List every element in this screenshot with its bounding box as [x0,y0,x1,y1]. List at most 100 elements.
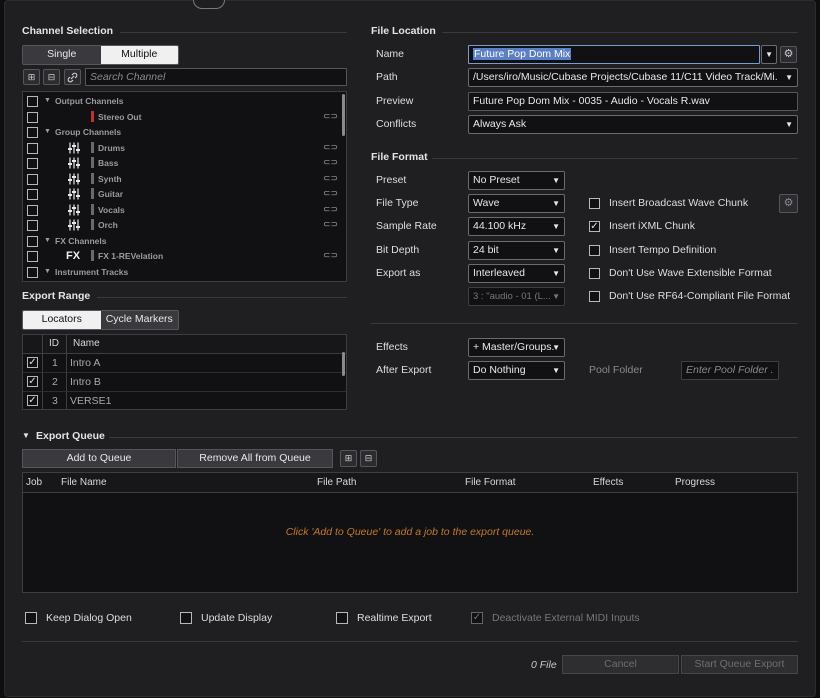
collapse-all-icon[interactable]: ⊟ [43,69,60,85]
channel-checkbox[interactable] [27,111,38,123]
channel-link-icon[interactable]: ⊂⊃ [323,219,338,230]
range-row-checkbox[interactable]: ✓ [27,376,38,387]
remove-all-from-queue-button[interactable]: Remove All from Queue [177,449,333,468]
channel-color-bar [91,110,94,122]
export-queue-collapse-icon[interactable]: ▼ [22,431,30,440]
channel-link-icon[interactable]: ⊂⊃ [323,188,338,199]
expand-triangle-icon[interactable]: ▼ [44,237,51,244]
channel-link-icon[interactable]: ⊂⊃ [323,250,338,261]
effects-select[interactable]: + Master/Groups. ▼ [468,338,565,357]
queue-collapse-icon[interactable]: ⊟ [360,450,377,467]
channel-checkbox[interactable] [27,96,38,107]
export-as-select[interactable]: Interleaved ▼ [468,264,565,283]
channel-link-icon[interactable]: ⊂⊃ [323,204,338,215]
table-row[interactable]: ✓ 2 Intro B [23,373,346,392]
channel-row[interactable]: Guitar ⊂⊃ [23,187,346,203]
channel-color-bar [91,250,94,261]
channel-checkbox[interactable] [27,127,38,138]
path-select[interactable]: /Users/iro/Music/Cubase Projects/Cubase … [468,68,798,87]
channel-row[interactable]: FX FX 1-REVelation ⊂⊃ [23,249,346,265]
channel-group-row[interactable]: ▼ Instrument Tracks [23,265,346,281]
channel-color-bar [91,157,94,168]
channel-row[interactable]: Synth ⊂⊃ [23,172,346,188]
update-display-checkbox[interactable] [180,612,192,624]
range-table-scrollbar[interactable] [342,352,345,376]
channel-checkbox[interactable] [27,251,38,262]
range-row-checkbox[interactable]: ✓ [27,395,38,406]
expand-all-icon[interactable]: ⊞ [23,69,40,85]
add-to-queue-button[interactable]: Add to Queue [22,449,176,468]
channel-link-icon[interactable]: ⊂⊃ [323,111,338,122]
path-value: /Users/iro/Music/Cubase Projects/Cubase … [473,71,778,83]
tab-single[interactable]: Single [23,46,101,64]
bit-depth-select[interactable]: 24 bit ▼ [468,241,565,260]
channel-link-icon[interactable]: ⊂⊃ [323,173,338,184]
range-col-id: ID [49,338,59,349]
name-settings-gear-icon[interactable]: ⚙ [780,46,797,63]
keep-dialog-open-checkbox[interactable] [25,612,37,624]
name-input[interactable]: Future Pop Dom Mix [468,45,760,64]
channel-checkbox[interactable] [27,204,38,216]
conflicts-select[interactable]: Always Ask ▼ [468,115,798,134]
insert-broadcast-wave-checkbox[interactable] [589,198,600,209]
file-type-select[interactable]: Wave ▼ [468,194,565,213]
expand-triangle-icon[interactable]: ▼ [44,268,51,275]
channel-checkbox[interactable] [27,158,38,169]
no-wave-extensible-checkbox[interactable] [589,268,600,279]
channel-checkbox[interactable] [27,189,38,200]
realtime-export-checkbox[interactable] [336,612,348,624]
channel-row[interactable]: Bass ⊂⊃ [23,156,346,172]
range-row-checkbox[interactable]: ✓ [27,357,38,368]
channel-link-icon[interactable]: ⊂⊃ [323,157,338,168]
channel-checkbox[interactable] [27,220,38,231]
range-table-header: ID Name [23,335,346,354]
after-export-select[interactable]: Do Nothing ▼ [468,361,565,380]
window-grip[interactable] [193,0,225,9]
channel-row[interactable]: Drums ⊂⊃ [23,141,346,157]
channel-checkbox[interactable] [27,173,38,185]
channel-group-row[interactable]: ▼ Group Channels [23,125,346,141]
channel-checkbox[interactable] [27,266,38,278]
channel-list-scrollbar[interactable] [342,94,345,136]
queue-expand-icon[interactable]: ⊞ [340,450,357,467]
range-table: ID Name ✓ 1 Intro A ✓ 2 Intro B ✓ 3 VERS… [22,334,347,410]
name-dropdown-button[interactable]: ▼ [761,45,777,64]
pool-folder-input[interactable]: Enter Pool Folder . [681,361,779,380]
table-row[interactable]: ✓ 1 Intro A [23,354,346,373]
format-divider [371,323,798,324]
mixer-fader-icon [67,204,81,219]
channel-group-row[interactable]: ▼ Output Channels [23,94,346,110]
insert-ixml-checkbox[interactable]: ✓ [589,221,600,232]
tab-cycle-markers[interactable]: Cycle Markers [100,311,178,329]
preset-select[interactable]: No Preset ▼ [468,171,565,190]
table-row[interactable]: ✓ 3 VERSE1 [23,392,346,409]
channel-row[interactable]: Vocals ⊂⊃ [23,203,346,219]
expand-triangle-icon[interactable]: ▼ [44,97,51,104]
channel-search-input[interactable]: Search Channel [85,68,347,86]
channel-label: Drums [98,142,125,153]
channel-link-icon[interactable]: ⊂⊃ [323,142,338,153]
file-format-title: File Format [371,151,428,163]
effects-value: + Master/Groups. [473,341,555,353]
broadcast-wave-settings-gear-icon[interactable]: ⚙ [779,194,798,213]
conflicts-value: Always Ask [473,118,527,130]
link-icon[interactable] [64,69,81,85]
no-rf64-checkbox[interactable] [589,291,600,302]
sample-rate-select[interactable]: 44.100 kHz ▼ [468,217,565,236]
channel-checkbox[interactable] [27,235,38,247]
insert-tempo-checkbox[interactable] [589,245,600,256]
channel-group-row[interactable]: ▼ FX Channels [23,234,346,250]
export-as-label: Export as [376,267,421,279]
start-queue-export-button[interactable]: Start Queue Export [681,655,798,674]
channel-checkbox[interactable] [27,142,38,154]
range-col-name: Name [73,338,100,349]
channel-group-label: Group Channels [55,127,122,137]
channel-row[interactable]: Orch ⊂⊃ [23,218,346,234]
tab-multiple[interactable]: Multiple [100,46,178,64]
cancel-button[interactable]: Cancel [562,655,679,674]
export-queue-divider [109,437,798,438]
fx-icon: FX [66,250,81,262]
tab-locators[interactable]: Locators [23,311,101,329]
channel-row[interactable]: Stereo Out ⊂⊃ [23,110,346,126]
expand-triangle-icon[interactable]: ▼ [44,128,51,135]
